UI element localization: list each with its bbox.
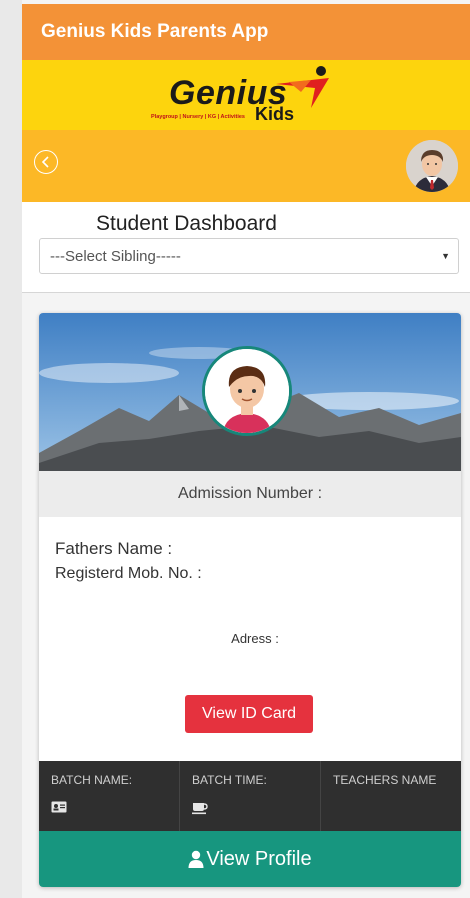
nav-bar [22,130,470,202]
batch-info-bar: BATCH NAME: BATCH TIME: TEACHERS NAME [39,761,461,831]
logo-sub: Kids [255,104,295,124]
user-avatar-icon [406,140,458,192]
student-avatar [202,346,292,436]
admission-number: Admission Number : [39,471,461,517]
student-card: Admission Number : Fathers Name : Regist… [39,313,461,887]
page-title: Student Dashboard [96,212,277,235]
mobile-number-label: Registerd Mob. No. : [55,565,202,582]
batch-name-cell: BATCH NAME: [39,761,180,831]
dashboard-header: Student Dashboard ---Select Sibling-----… [22,202,470,293]
view-id-card-button[interactable]: View ID Card [185,695,313,733]
batch-time-label: BATCH TIME: [192,773,267,787]
sibling-select[interactable]: ---Select Sibling----- ▼ [39,238,459,274]
app-title: Genius Kids Parents App [41,21,269,42]
sibling-select-value: ---Select Sibling----- [50,247,181,265]
fathers-name-label: Fathers Name : [55,539,173,558]
address-label: Adress : [231,631,279,646]
view-profile-button[interactable]: View Profile [39,831,461,887]
batch-time-cell: BATCH TIME: [180,761,321,831]
user-icon [188,850,204,868]
logo-banner: Genius Kids Playgroup | Nursery | KG | A… [22,60,470,130]
chevron-down-icon: ▼ [441,251,450,261]
student-avatar-icon [205,349,289,433]
back-button[interactable] [34,150,58,174]
user-avatar[interactable] [406,140,458,192]
app-screen: Genius Kids Parents App Genius Kids Play… [22,0,470,898]
teacher-name-label: TEACHERS NAME [333,773,437,787]
logo-tagline: Playgroup | Nursery | KG | Activities [151,114,245,120]
coffee-cup-icon [192,803,208,815]
genius-kids-logo: Genius Kids Playgroup | Nursery | KG | A… [151,62,341,128]
batch-name-label: BATCH NAME: [51,773,133,787]
id-card-icon [51,801,67,813]
view-profile-label: View Profile [206,847,312,870]
teacher-name-cell: TEACHERS NAME [321,761,461,831]
app-title-bar: Genius Kids Parents App [22,4,470,60]
back-arrow-circle-icon [41,156,49,168]
